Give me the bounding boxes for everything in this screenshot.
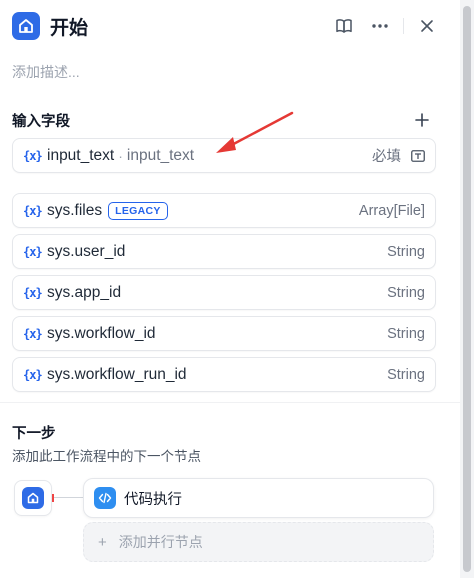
field-label: input_text <box>126 146 195 164</box>
variable-icon: {x} <box>23 367 43 382</box>
field-separator: · <box>118 147 123 164</box>
header-divider <box>403 18 404 34</box>
add-field-button[interactable] <box>412 110 432 130</box>
header-actions <box>329 10 442 42</box>
sys-var-type: Array[File] <box>358 202 425 219</box>
plus-icon: + <box>98 533 107 551</box>
close-icon[interactable] <box>412 11 442 41</box>
scrollbar-thumb[interactable] <box>463 6 471 572</box>
connector-handle <box>52 494 54 502</box>
field-name: input_text <box>47 146 115 164</box>
book-icon[interactable] <box>329 11 359 41</box>
panel-header: 开始 <box>12 10 442 42</box>
variable-icon: {x} <box>23 285 43 300</box>
section-divider <box>0 402 460 403</box>
sys-var-name: sys.user_id <box>47 242 126 260</box>
sys-var-row: {x} sys.workflow_id String <box>12 316 436 351</box>
code-icon <box>94 487 116 509</box>
text-input-icon <box>411 149 425 162</box>
panel-title[interactable]: 开始 <box>50 13 88 40</box>
variable-icon: {x} <box>23 203 43 218</box>
sys-var-type: String <box>387 284 425 301</box>
sys-var-row: {x} sys.files LEGACY Array[File] <box>12 193 436 228</box>
add-parallel-label: 添加并行节点 <box>118 534 203 550</box>
sys-var-type: String <box>387 366 425 383</box>
plus-icon <box>415 113 429 127</box>
sys-var-name: sys.files <box>47 201 103 219</box>
variable-icon: {x} <box>23 148 43 163</box>
sys-var-row: {x} sys.user_id String <box>12 234 436 269</box>
variable-icon: {x} <box>23 326 43 341</box>
description-input[interactable]: 添加描述... <box>12 62 80 82</box>
next-step-subtitle: 添加此工作流程中的下一个节点 <box>12 449 201 464</box>
start-node-mini <box>14 480 52 516</box>
more-icon[interactable] <box>365 11 395 41</box>
start-node-panel: 开始 添加描述... 输入字段 {x} input_text · input_t… <box>0 0 460 578</box>
variable-icon: {x} <box>23 244 43 259</box>
next-node-label: 代码执行 <box>124 491 182 508</box>
sys-var-type: String <box>387 325 425 342</box>
sys-var-type: String <box>387 243 425 260</box>
home-icon <box>22 487 44 509</box>
next-step-title: 下一步 <box>12 426 56 442</box>
sys-var-row: {x} sys.workflow_run_id String <box>12 357 436 392</box>
sys-var-name: sys.workflow_id <box>47 324 156 342</box>
next-node-code[interactable]: 代码执行 <box>83 478 434 518</box>
sys-var-name: sys.workflow_run_id <box>47 365 187 383</box>
input-field-row[interactable]: {x} input_text · input_text 必填 <box>12 138 436 173</box>
legacy-badge: LEGACY <box>108 201 168 220</box>
home-icon <box>12 12 40 40</box>
sys-var-name: sys.app_id <box>47 283 122 301</box>
input-fields-title: 输入字段 <box>12 114 70 130</box>
sys-var-row: {x} sys.app_id String <box>12 275 436 310</box>
scrollbar[interactable] <box>460 0 474 578</box>
required-label: 必填 <box>372 149 401 165</box>
node-connector <box>52 497 84 498</box>
add-parallel-node-button[interactable]: + 添加并行节点 <box>83 522 434 562</box>
